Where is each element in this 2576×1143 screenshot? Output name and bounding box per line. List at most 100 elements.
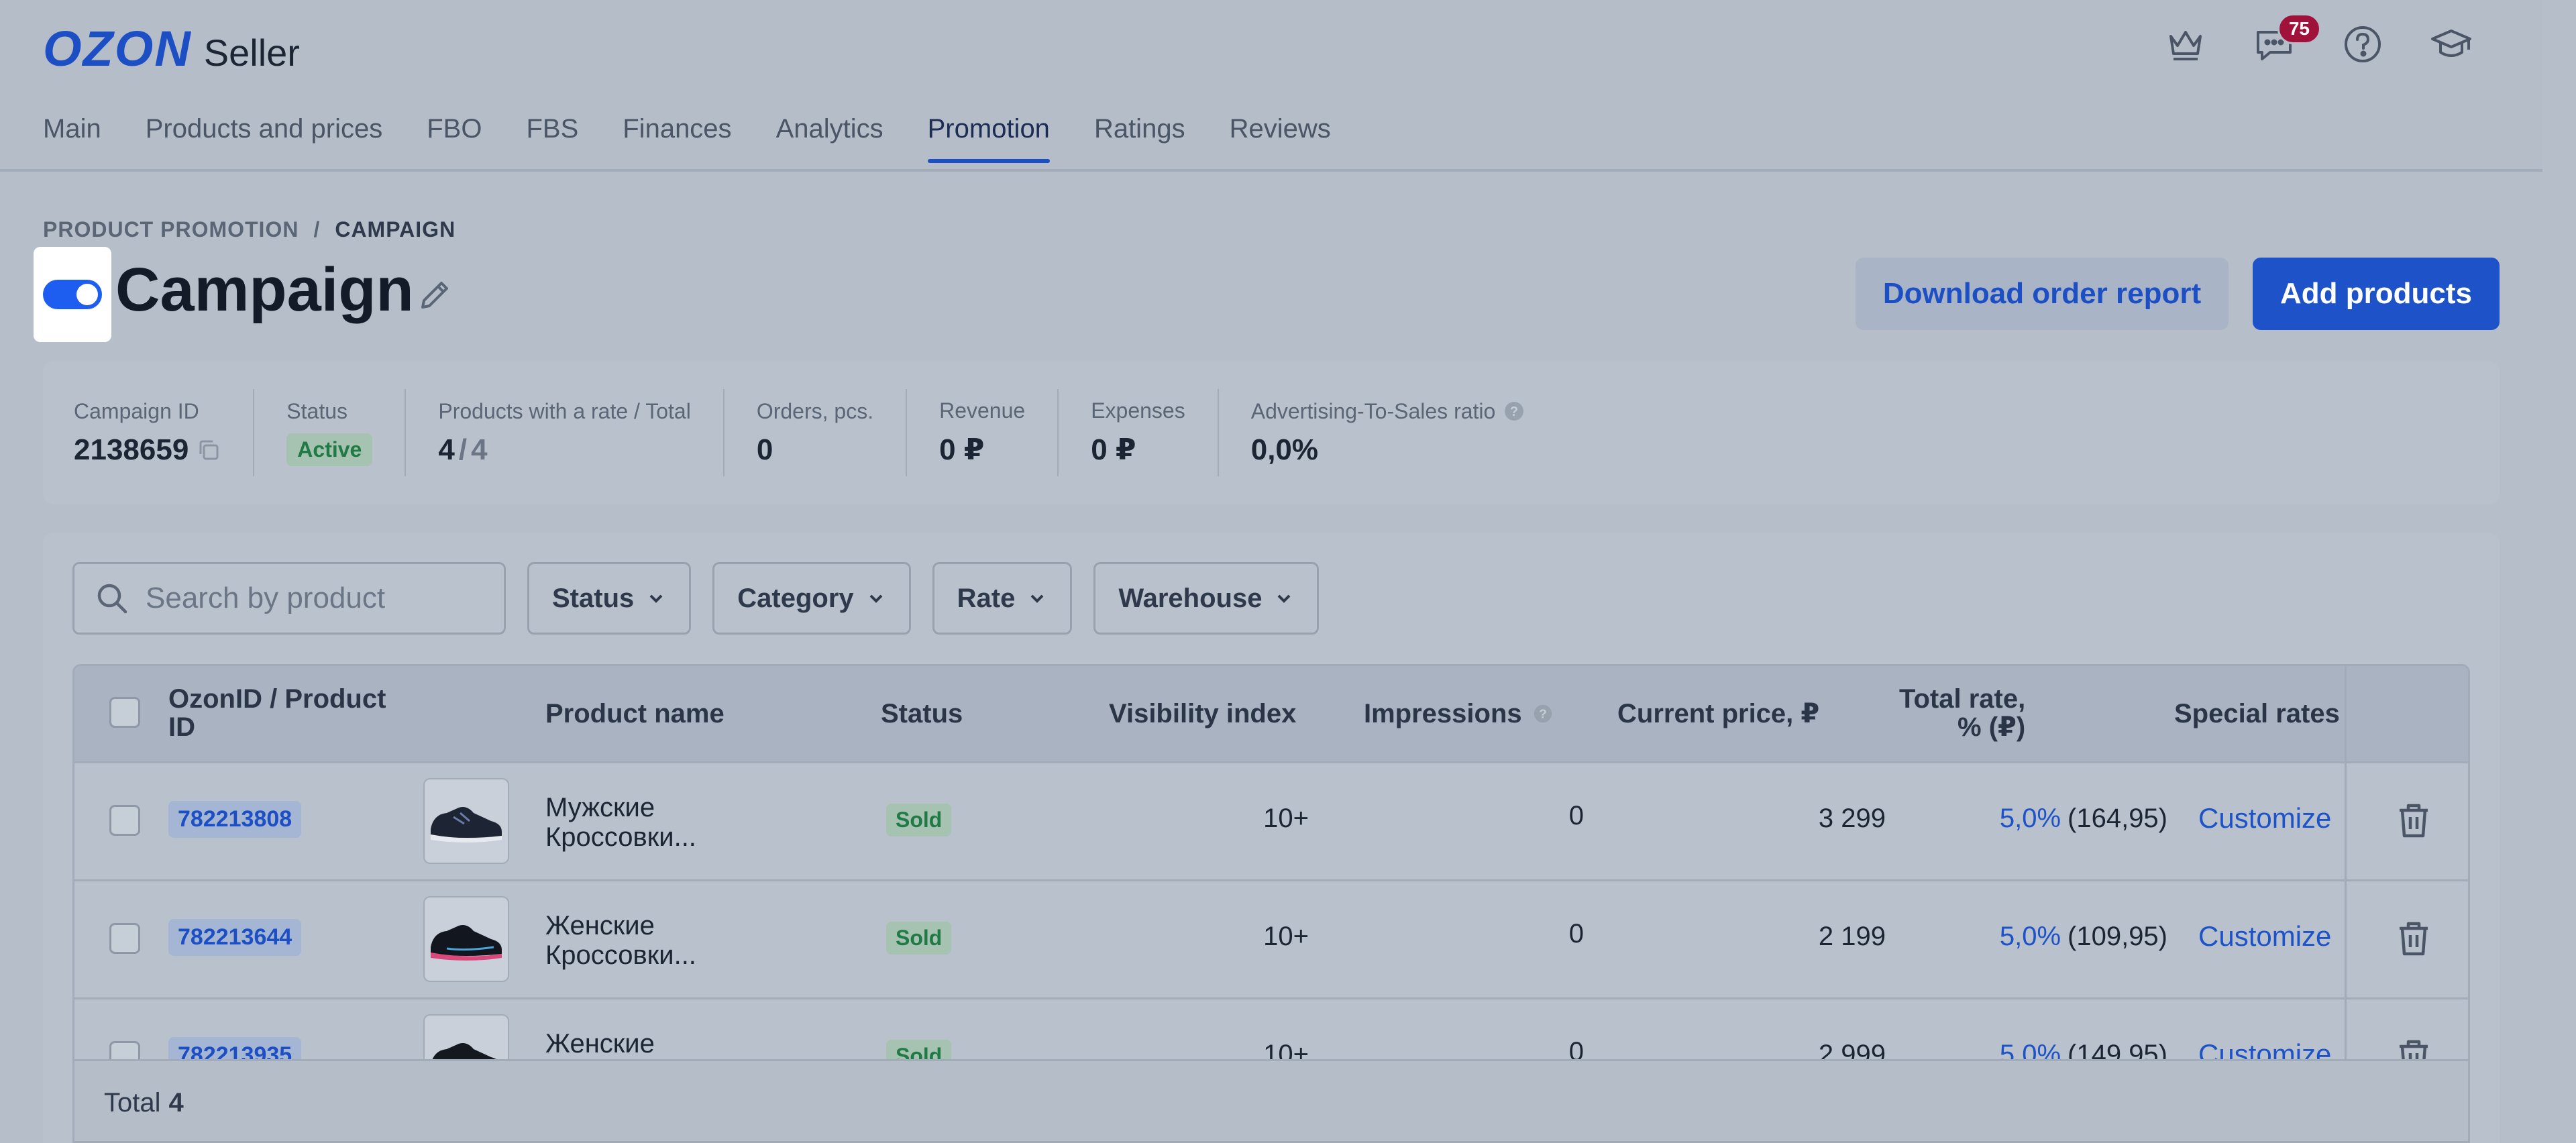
rate-percent-link[interactable]: 5,0% <box>2000 922 2061 952</box>
campaign-id-value: 2138659 <box>74 433 189 466</box>
logo-suffix: Seller <box>203 32 300 74</box>
search-input[interactable] <box>146 582 481 615</box>
header-current-price[interactable]: Current price, ₽ <box>1617 700 1819 728</box>
product-thumbnail[interactable] <box>423 896 509 982</box>
category-filter[interactable]: Category <box>712 562 911 635</box>
visibility-index-value: 10+ <box>1263 922 1309 951</box>
stat-revenue: Revenue 0 ₽ <box>939 389 1059 476</box>
nav-item-reviews[interactable]: Reviews <box>1230 114 1331 163</box>
chevron-down-icon <box>1278 594 1291 603</box>
trash-icon <box>2400 922 2428 956</box>
stat-campaign-id: Campaign ID 2138659 <box>74 389 255 476</box>
customize-link[interactable]: Customize <box>2198 802 2331 834</box>
svg-text:?: ? <box>1539 708 1547 722</box>
question-icon[interactable]: ? <box>1532 702 1554 725</box>
copy-icon[interactable] <box>197 438 221 462</box>
stat-label: Campaign ID <box>74 398 199 423</box>
nav-item-analytics[interactable]: Analytics <box>776 114 883 163</box>
nav-item-fbs[interactable]: FBS <box>526 114 578 163</box>
breadcrumb-parent[interactable]: PRODUCT PROMOTION <box>43 217 299 242</box>
status-filter[interactable]: Status <box>527 562 692 635</box>
breadcrumb: PRODUCT PROMOTION / CAMPAIGN <box>43 217 455 242</box>
delete-button[interactable] <box>2393 800 2434 841</box>
chevron-down-icon <box>869 594 883 603</box>
current-price-value: 2 199 <box>1818 922 1886 951</box>
impressions-value: 0 <box>1568 919 1584 948</box>
campaign-stats: Campaign ID 2138659 Status Active Produc… <box>43 361 2500 504</box>
product-name-line2: Кроссовки... <box>545 940 696 970</box>
header-product-name: Product name <box>545 699 724 728</box>
notifications-badge: 75 <box>2277 13 2321 44</box>
product-id-link[interactable]: 782213644 <box>168 919 302 956</box>
warehouse-filter[interactable]: Warehouse <box>1093 562 1320 635</box>
product-name[interactable]: Женские Кроссовки... <box>545 911 696 970</box>
pencil-edit-icon[interactable] <box>416 275 455 314</box>
visibility-index-value: 10+ <box>1263 804 1309 833</box>
total-rate-value: 5,0% (109,95) <box>1886 922 2167 952</box>
add-products-button[interactable]: Add products <box>2253 258 2500 330</box>
nav-item-products-and-prices[interactable]: Products and prices <box>146 114 383 163</box>
product-name-line1: Женские <box>545 911 655 940</box>
rate-percent-link[interactable]: 5,0% <box>2000 804 2061 834</box>
status-filter-label: Status <box>552 583 635 613</box>
product-name-line1: Женские <box>545 1029 655 1058</box>
ozon-seller-logo[interactable]: OZON Seller <box>43 20 300 77</box>
header-impressions[interactable]: Impressions ? <box>1364 700 1554 728</box>
customize-link[interactable]: Customize <box>2198 920 2331 953</box>
stat-value-row: 4 / 4 <box>438 433 690 467</box>
nav-item-finances[interactable]: Finances <box>623 114 731 163</box>
impressions-value: 0 <box>1568 801 1584 830</box>
row-checkbox[interactable] <box>109 923 140 954</box>
header-status: Status <box>881 699 963 728</box>
row-checkbox[interactable] <box>109 805 140 836</box>
nav-item-ratings[interactable]: Ratings <box>1094 114 1185 163</box>
stat-expenses: Expenses 0 ₽ <box>1091 389 1219 476</box>
chevron-down-icon <box>649 594 663 603</box>
select-all-cell <box>109 697 140 728</box>
rate-rub-value: (109,95) <box>2068 922 2167 951</box>
nav-item-main[interactable]: Main <box>43 114 101 163</box>
product-thumbnail[interactable] <box>423 778 509 864</box>
product-name[interactable]: Женские <box>545 1029 655 1058</box>
question-icon[interactable]: ? <box>1502 399 1526 423</box>
page: OZON Seller 75 Main Products and prices … <box>0 0 2576 1143</box>
revenue-value: 0 ₽ <box>939 433 985 466</box>
main-nav: Main Products and prices FBO FBS Finance… <box>43 114 1331 163</box>
delete-button[interactable] <box>2393 918 2434 959</box>
chat-icon[interactable]: 75 <box>2250 13 2321 68</box>
product-status-cell: Sold <box>886 922 952 955</box>
product-thumb-cell <box>423 778 509 864</box>
help-icon[interactable] <box>2339 20 2387 68</box>
ratio-value: 0,0% <box>1250 433 1319 466</box>
breadcrumb-separator: / <box>313 217 321 241</box>
orders-value: 0 <box>756 433 773 466</box>
stat-ratio: Advertising-To-Sales ratio ? 0,0% <box>1251 389 1559 476</box>
header-special-rates: Special rates <box>2174 699 2340 728</box>
sneaker-icon <box>431 925 502 961</box>
nav-item-promotion[interactable]: Promotion <box>927 114 1051 163</box>
header-total-rate[interactable]: Total rate, % (₽) <box>1899 685 2025 741</box>
stat-label: Products with a rate / Total <box>438 398 691 423</box>
products-total-value: 4 <box>471 433 488 466</box>
download-order-report-button[interactable]: Download order report <box>1856 258 2229 330</box>
stat-value-row: 2138659 <box>74 433 221 467</box>
total-rate-value: 5,0% (164,95) <box>1886 804 2167 834</box>
header-visibility-index[interactable]: Visibility index <box>1109 700 1296 728</box>
breadcrumb-current: CAMPAIGN <box>335 217 456 241</box>
graduation-cap-icon[interactable] <box>2427 20 2475 68</box>
nav-item-fbo[interactable]: FBO <box>427 114 482 163</box>
rate-filter[interactable]: Rate <box>932 562 1073 635</box>
crown-icon[interactable] <box>2161 20 2210 68</box>
product-id-link[interactable]: 782213808 <box>168 801 302 838</box>
header-ozon-id-line2: ID <box>168 712 195 742</box>
product-name[interactable]: Мужские Кроссовки... <box>545 793 696 852</box>
table-footer: Total 4 <box>74 1059 2468 1141</box>
select-all-checkbox[interactable] <box>109 697 140 728</box>
trash-icon <box>2400 804 2428 838</box>
header-icons: 75 <box>2161 13 2475 68</box>
expenses-value: 0 ₽ <box>1091 433 1136 466</box>
header-ozon-id-line1: OzonID / Product <box>168 684 386 714</box>
campaign-active-toggle[interactable] <box>43 280 102 309</box>
header-ozon-id[interactable]: OzonID / Product ID <box>168 685 386 741</box>
product-name-line1: Мужские <box>545 793 655 822</box>
